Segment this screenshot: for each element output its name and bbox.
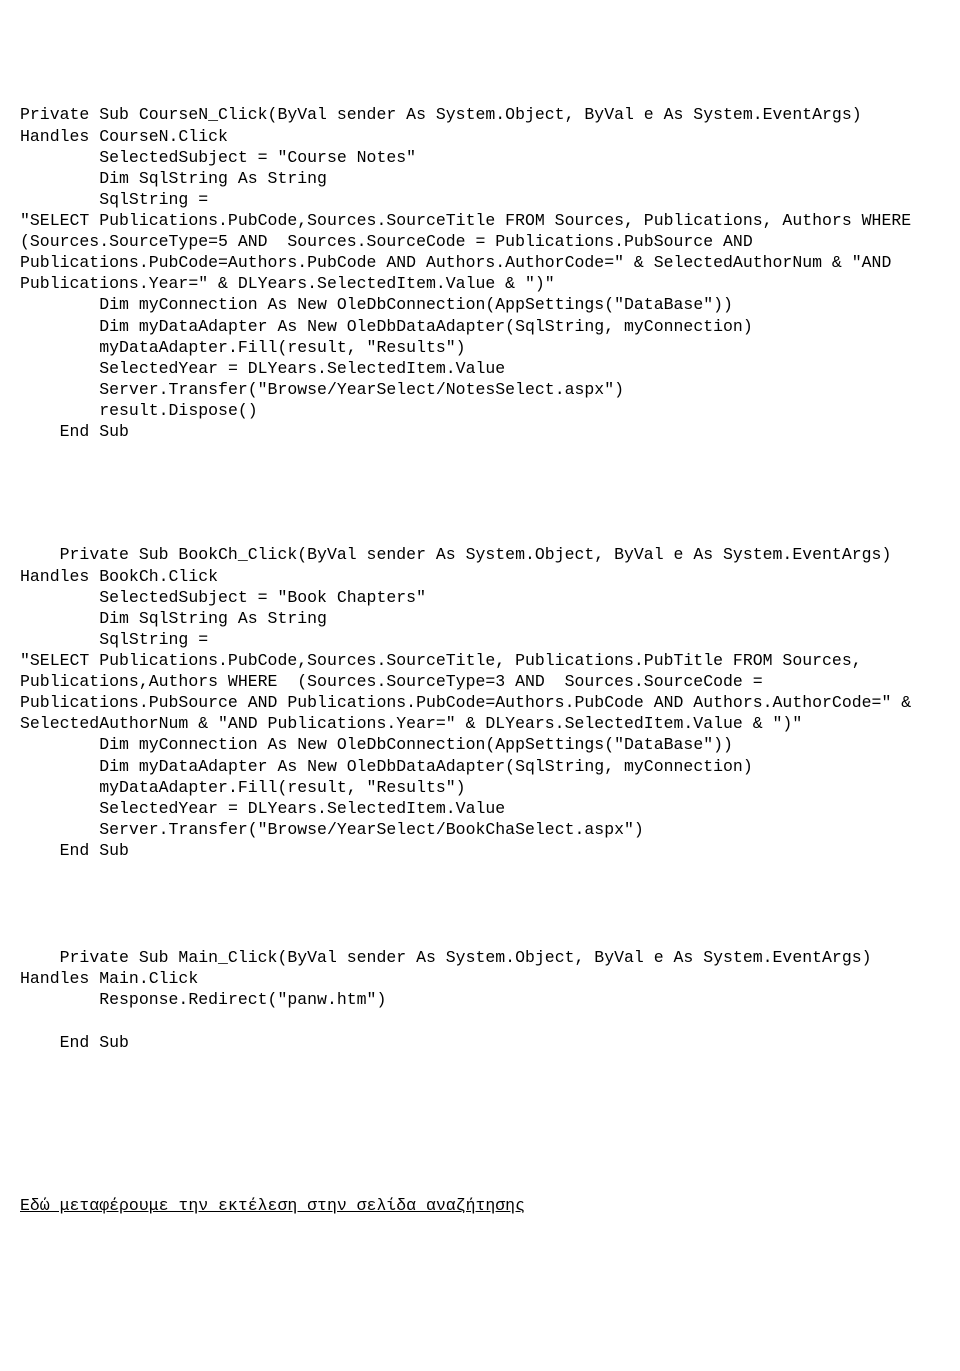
code-block-coursen: Private Sub CourseN_Click(ByVal sender A… xyxy=(20,104,940,442)
code-block-main: Private Sub Main_Click(ByVal sender As S… xyxy=(20,947,940,1053)
spacer xyxy=(20,1074,940,1174)
spacer xyxy=(20,463,940,523)
spacer xyxy=(20,882,940,926)
footer-note: Εδώ μεταφέρουμε την εκτέλεση στην σελίδα… xyxy=(20,1195,940,1216)
code-block-bookch: Private Sub BookCh_Click(ByVal sender As… xyxy=(20,544,940,861)
